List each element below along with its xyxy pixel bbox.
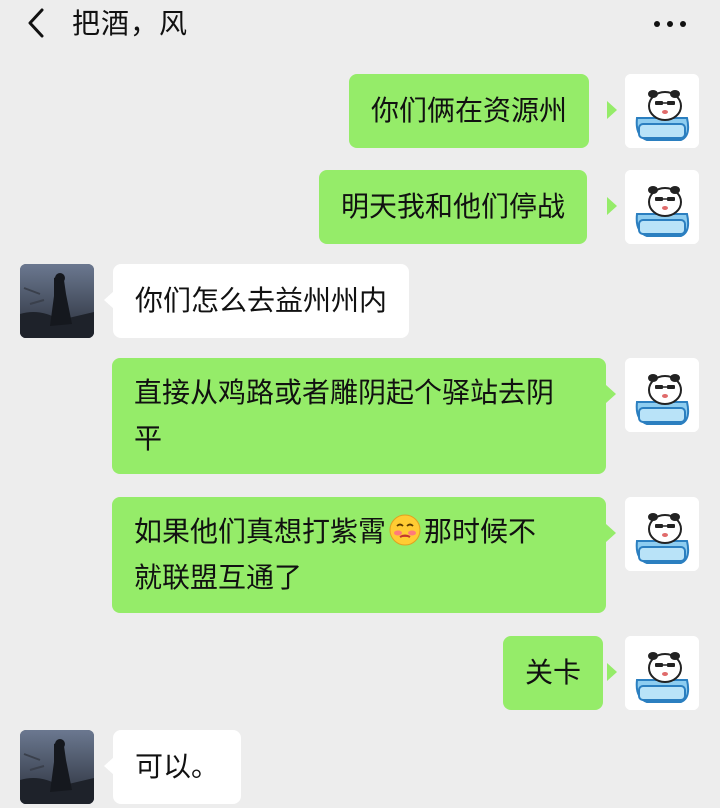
panda-sofa-avatar-icon xyxy=(625,497,699,571)
message-text-line: 直接从鸡路或者雕阴起个驿站去阴 xyxy=(134,376,555,409)
message-text-line: 就联盟互通了 xyxy=(134,561,303,594)
message-text: 你们俩在资源州 xyxy=(371,94,568,127)
dark-figure-avatar-icon xyxy=(20,730,94,804)
panda-sofa-avatar-icon xyxy=(625,358,699,432)
panda-sofa-avatar-icon xyxy=(625,636,699,710)
message-text: 明天我和他们停战 xyxy=(341,190,566,223)
message-bubble[interactable]: 你们俩在资源州 xyxy=(349,74,590,148)
more-horizontal-icon[interactable] xyxy=(650,14,690,34)
message-text: 你们怎么去益州州内 xyxy=(135,284,388,317)
message-text-line: 平 xyxy=(134,422,163,455)
dark-figure-avatar-icon xyxy=(20,264,94,338)
avatar[interactable] xyxy=(625,358,699,432)
avatar[interactable] xyxy=(20,264,94,338)
chevron-left-icon[interactable] xyxy=(22,6,52,40)
chat-header: 把酒，风 xyxy=(0,0,720,50)
avatar[interactable] xyxy=(625,636,699,710)
message-text: 关卡 xyxy=(525,656,582,689)
avatar[interactable] xyxy=(625,170,699,244)
panda-sofa-avatar-icon xyxy=(625,74,699,148)
chat-title: 把酒，风 xyxy=(72,7,189,40)
message-bubble[interactable]: 如果他们真想打紫霄 那时候不 就联盟互通了 xyxy=(112,497,606,613)
message-text: 可以。 xyxy=(135,750,220,783)
message-bubble[interactable]: 明天我和他们停战 xyxy=(319,170,588,244)
message-bubble[interactable]: 关卡 xyxy=(503,636,604,710)
avatar[interactable] xyxy=(625,497,699,571)
message-bubble[interactable]: 可以。 xyxy=(113,730,242,804)
blushing-face-emoji xyxy=(389,514,421,546)
avatar[interactable] xyxy=(20,730,94,804)
message-bubble[interactable]: 直接从鸡路或者雕阴起个驿站去阴 平 xyxy=(112,358,606,474)
panda-sofa-avatar-icon xyxy=(625,170,699,244)
message-text-line: 如果他们真想打紫霄 那时候不 xyxy=(134,514,537,548)
message-bubble[interactable]: 你们怎么去益州州内 xyxy=(113,264,410,338)
avatar[interactable] xyxy=(625,74,699,148)
